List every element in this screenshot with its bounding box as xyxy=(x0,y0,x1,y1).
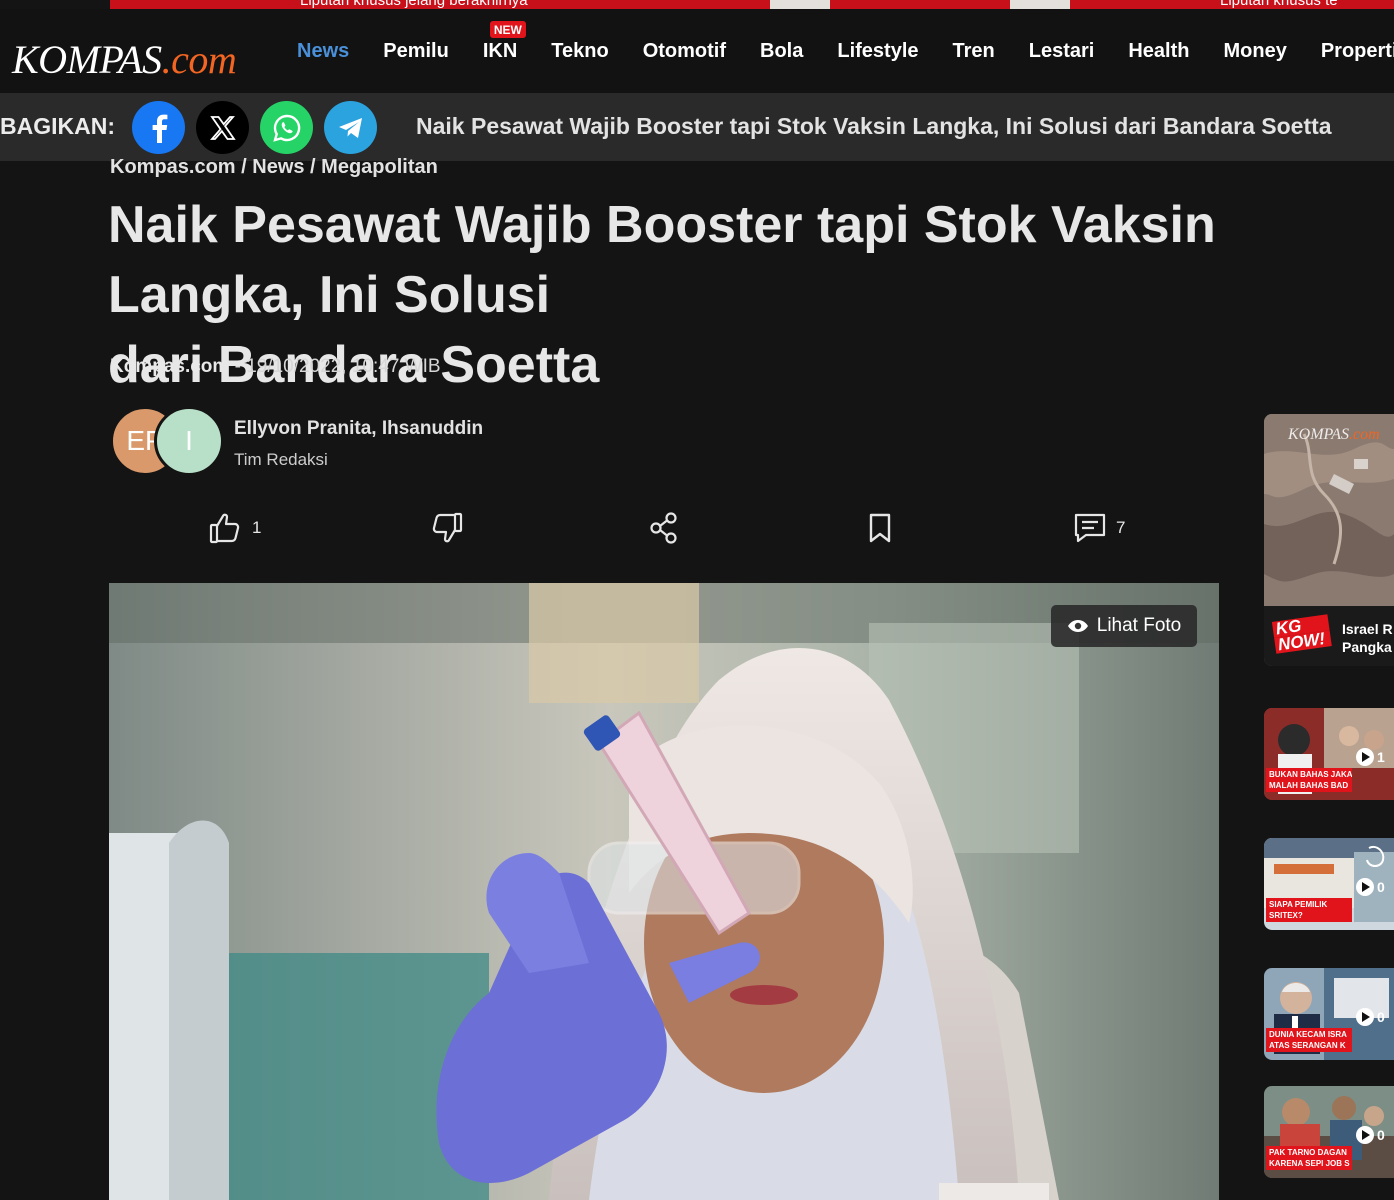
x-icon xyxy=(209,115,236,140)
comment-count: 7 xyxy=(1116,518,1126,537)
author-team: Tim Redaksi xyxy=(234,450,328,469)
nav-item-health[interactable]: Health xyxy=(1111,40,1206,63)
nav-item-ikn[interactable]: NEW IKN xyxy=(466,20,534,63)
nav-item-bola[interactable]: Bola xyxy=(743,40,820,63)
like-count: 1 xyxy=(252,518,262,537)
play-icon xyxy=(1356,1126,1374,1144)
nav-item-lestari[interactable]: Lestari xyxy=(1012,40,1112,63)
whatsapp-share-button[interactable] xyxy=(260,101,313,154)
video-thumbnail[interactable]: SIAPA PEMILIK SRITEX? 0 xyxy=(1264,838,1394,930)
article-actions: 1 7 xyxy=(110,510,1218,556)
promo-photo xyxy=(770,0,830,9)
video-thumbnail[interactable]: PAK TARNO DAGAN KARENA SEPI JOB S 0 xyxy=(1264,1086,1394,1178)
telegram-share-button[interactable] xyxy=(324,101,377,154)
video-caption: SIAPA PEMILIK SRITEX? xyxy=(1266,898,1352,922)
facebook-share-button[interactable] xyxy=(132,101,185,154)
new-badge: NEW xyxy=(489,20,526,38)
thumbs-up-icon xyxy=(209,513,240,544)
featured-video-title: Israel R Pangka xyxy=(1342,621,1393,655)
facebook-icon xyxy=(152,114,167,143)
nav-item-otomotif[interactable]: Otomotif xyxy=(626,40,743,63)
video-caption: DUNIA KECAM ISRA ATAS SERANGAN K xyxy=(1266,1028,1352,1052)
video-play: 0 xyxy=(1356,1126,1385,1144)
eye-icon xyxy=(1067,620,1088,632)
article-hero-photo[interactable] xyxy=(109,583,1219,1200)
share-bar: BAGIKAN: Naik Pesawat Wajib Booster tapi… xyxy=(0,93,1394,161)
category-menu: News Pemilu NEW IKN Tekno Otomotif Bola L… xyxy=(280,9,1394,93)
featured-video-card[interactable]: KOMPAS.com KG NOW! Israel R Pangka xyxy=(1264,414,1394,666)
nav-item-tren[interactable]: Tren xyxy=(936,40,1012,63)
promo-banner[interactable]: Liputan khusus jelang berakhirnya Liputa… xyxy=(110,0,1394,9)
video-thumbnail[interactable]: DUNIA KECAM ISRA ATAS SERANGAN K 0 xyxy=(1264,968,1394,1060)
comment-button[interactable]: 7 xyxy=(1072,510,1125,546)
author-names[interactable]: Ellyvon Pranita, Ihsanuddin xyxy=(234,418,483,440)
main-navbar: KOMPAS.com News Pemilu NEW IKN Tekno Otom… xyxy=(0,9,1394,93)
x-share-button[interactable] xyxy=(196,101,249,154)
nav-item-properti[interactable]: Properti xyxy=(1304,40,1394,63)
video-caption: PAK TARNO DAGAN KARENA SEPI JOB S xyxy=(1266,1146,1352,1170)
video-caption: BUKAN BAHAS JAKA MALAH BAHAS BAD xyxy=(1266,768,1352,792)
kompas-watermark: KOMPAS.com xyxy=(1288,426,1380,443)
author-avatars[interactable]: EP I xyxy=(110,406,230,476)
promo-text-right: Liputan khusus te xyxy=(1220,0,1338,9)
telegram-icon xyxy=(338,117,362,138)
play-icon xyxy=(1356,748,1374,766)
share-article-title: Naik Pesawat Wajib Booster tapi Stok Vak… xyxy=(416,113,1332,139)
whatsapp-icon xyxy=(272,114,300,142)
share-icon xyxy=(650,512,677,544)
bookmark-icon xyxy=(869,513,891,543)
share-label: BAGIKAN: xyxy=(0,113,115,139)
video-play: 0 xyxy=(1356,878,1385,896)
promo-photo xyxy=(1010,0,1070,9)
kg-now-logo: KG NOW! xyxy=(1271,614,1332,655)
nav-item-money[interactable]: Money xyxy=(1206,40,1303,63)
play-icon xyxy=(1356,878,1374,896)
video-thumbnail[interactable]: BUKAN BAHAS JAKA MALAH BAHAS BAD 1 xyxy=(1264,708,1394,800)
kompas-logo[interactable]: KOMPAS.com xyxy=(12,36,237,83)
video-play: 0 xyxy=(1356,1008,1385,1026)
share-button[interactable] xyxy=(646,510,682,546)
promo-text-left: Liputan khusus jelang berakhirnya xyxy=(300,0,528,9)
comment-icon xyxy=(1074,513,1106,543)
breadcrumb[interactable]: Kompas.com / News / Megapolitan xyxy=(110,156,438,179)
view-photo-button[interactable]: Lihat Foto xyxy=(1051,605,1197,647)
nav-item-tekno[interactable]: Tekno xyxy=(534,40,625,63)
dislike-button[interactable] xyxy=(428,510,464,546)
nav-item-news[interactable]: News xyxy=(280,40,366,63)
play-icon xyxy=(1356,1008,1374,1026)
nav-item-lifestyle[interactable]: Lifestyle xyxy=(820,40,935,63)
featured-video-caption: KG NOW! Israel R Pangka xyxy=(1264,606,1394,666)
bookmark-button[interactable] xyxy=(862,510,898,546)
article-meta: Kompas.com - 19/10/2022, 10:47 WIB xyxy=(110,356,441,378)
avatar: I xyxy=(154,406,224,476)
publish-date: - 19/10/2022, 10:47 WIB xyxy=(229,356,441,377)
like-button[interactable]: 1 xyxy=(208,510,261,546)
nav-item-pemilu[interactable]: Pemilu xyxy=(366,40,466,63)
video-play: 1 xyxy=(1356,748,1385,766)
thumbs-down-icon xyxy=(432,512,463,543)
source-name[interactable]: Kompas.com xyxy=(110,356,229,377)
